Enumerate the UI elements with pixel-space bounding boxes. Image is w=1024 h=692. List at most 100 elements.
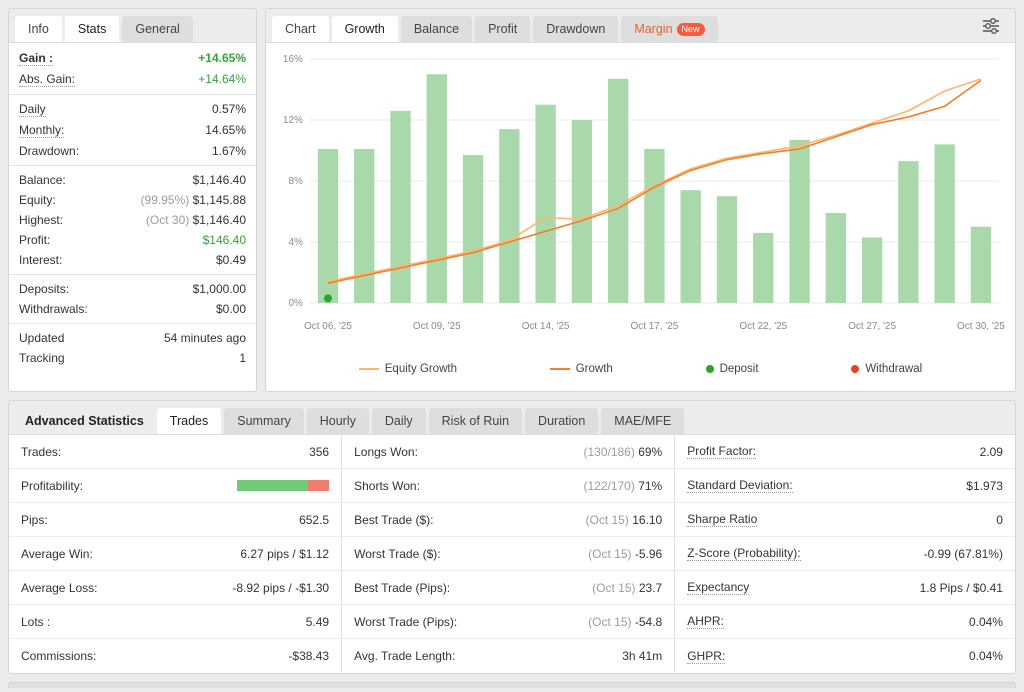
stat-value: $1,146.40 — [193, 173, 246, 187]
stat-value: 14.65% — [205, 123, 246, 137]
stats-col-1: Trades: 356 Profitability: Pips: 652.5 A… — [9, 435, 342, 673]
tab-chart[interactable]: Chart — [272, 16, 329, 42]
stat-label: Standard Deviation: — [687, 478, 792, 493]
stat-label: Best Trade ($): — [354, 513, 433, 527]
stat-label: AHPR: — [687, 614, 724, 629]
stat-row-drawdown: Drawdown: 1.67% — [19, 141, 246, 161]
stat-label: Sharpe Ratio — [687, 512, 757, 527]
next-section-edge — [8, 682, 1016, 688]
tab-balance[interactable]: Balance — [401, 16, 472, 42]
stat-value: (Oct 15) -54.8 — [588, 615, 662, 629]
stat-value-main: -54.8 — [635, 615, 662, 629]
stat-label: Worst Trade (Pips): — [354, 615, 457, 629]
stat-label: Longs Won: — [354, 445, 418, 459]
stat-label: Worst Trade ($): — [354, 547, 440, 561]
row-profitability: Profitability: — [9, 469, 341, 503]
tab-mae-mfe[interactable]: MAE/MFE — [601, 408, 684, 434]
row-standard-deviation: Standard Deviation: $1.973 — [675, 469, 1015, 503]
stat-value-prefix: (Oct 15) — [588, 547, 631, 561]
row-expectancy: Expectancy 1.8 Pips / $0.41 — [675, 571, 1015, 605]
divider — [9, 323, 256, 324]
svg-text:Oct 17, '25: Oct 17, '25 — [631, 321, 679, 332]
tab-growth[interactable]: Growth — [332, 16, 398, 42]
stat-value: $0.00 — [216, 302, 246, 316]
stat-label: Abs. Gain: — [19, 72, 75, 87]
chart-legend: Equity Growth Growth Deposit Withdrawal — [266, 351, 1015, 387]
stat-label: Highest: — [19, 213, 63, 227]
row-shorts-won: Shorts Won: (122/170) 71% — [342, 469, 674, 503]
stat-label: Gain : — [19, 51, 53, 66]
stat-value-main: -5.96 — [635, 547, 662, 561]
tab-stats[interactable]: Stats — [65, 16, 120, 42]
stat-row-deposits: Deposits: $1,000.00 — [19, 279, 246, 299]
stat-row-withdrawals: Withdrawals: $0.00 — [19, 299, 246, 319]
legend-label: Deposit — [720, 363, 759, 375]
tab-profit[interactable]: Profit — [475, 16, 530, 42]
profitability-win-segment — [237, 480, 308, 491]
legend-label: Withdrawal — [865, 363, 922, 375]
dashboard-page: Info Stats General Gain : +14.65% Abs. G… — [0, 0, 1024, 692]
stat-row-profit: Profit: $146.40 — [19, 230, 246, 250]
growth-line-swatch — [550, 368, 570, 370]
stat-row-daily: Daily 0.57% — [19, 99, 246, 120]
stat-value-main: 16.10 — [632, 513, 662, 527]
stat-value-prefix: (122/170) — [583, 479, 634, 493]
chart-tabbar: Chart Growth Balance Profit Drawdown Mar… — [266, 9, 1015, 43]
stat-label: Daily — [19, 102, 46, 117]
stat-value: (130/186) 69% — [583, 445, 662, 459]
tab-margin[interactable]: Margin New — [621, 16, 717, 42]
stat-label: Deposits: — [19, 282, 69, 296]
row-best-trade-usd: Best Trade ($): (Oct 15) 16.10 — [342, 503, 674, 537]
stat-value: $1,000.00 — [193, 282, 246, 296]
stat-label: Profit: — [19, 233, 50, 247]
stat-value-main: $1,145.88 — [193, 193, 246, 207]
stat-value: 5.49 — [306, 615, 329, 629]
growth-chart[interactable]: 0%4%8%12%16%Oct 06, '25Oct 09, '25Oct 14… — [266, 43, 1015, 351]
stat-value: (Oct 30) $1,146.40 — [146, 213, 246, 227]
chart-settings-icon[interactable] — [981, 16, 1001, 36]
stat-value: 6.27 pips / $1.12 — [240, 547, 329, 561]
stats-tabbar: Info Stats General — [9, 9, 256, 43]
stat-value: (Oct 15) 16.10 — [586, 513, 663, 527]
row-lots: Lots : 5.49 — [9, 605, 341, 639]
stat-value: +14.64% — [198, 72, 246, 86]
stat-row-highest: Highest: (Oct 30) $1,146.40 — [19, 210, 246, 230]
tab-trades[interactable]: Trades — [157, 408, 221, 434]
divider — [9, 274, 256, 275]
deposit-dot-swatch — [706, 365, 714, 373]
legend-deposit: Deposit — [706, 363, 759, 375]
stat-value: (Oct 15) -5.96 — [588, 547, 662, 561]
stat-value: (99.95%) $1,145.88 — [141, 193, 246, 207]
tab-daily[interactable]: Daily — [372, 408, 426, 434]
tab-duration[interactable]: Duration — [525, 408, 598, 434]
stat-value-main: 23.7 — [639, 581, 662, 595]
tab-risk-of-ruin[interactable]: Risk of Ruin — [429, 408, 522, 434]
stat-value: -$38.43 — [288, 649, 329, 663]
stat-value-main: 69% — [638, 445, 662, 459]
svg-text:4%: 4% — [288, 237, 303, 248]
row-worst-trade-pips: Worst Trade (Pips): (Oct 15) -54.8 — [342, 605, 674, 639]
stat-label: Best Trade (Pips): — [354, 581, 450, 595]
stats-col-3: Profit Factor: 2.09 Standard Deviation: … — [675, 435, 1015, 673]
stat-value: 0 — [996, 513, 1003, 527]
stat-value: 54 minutes ago — [164, 331, 246, 345]
equity-growth-line-swatch — [359, 368, 379, 370]
stat-value: 1.67% — [212, 144, 246, 158]
tab-info[interactable]: Info — [15, 16, 62, 42]
tab-general[interactable]: General — [122, 16, 192, 42]
stat-value: $146.40 — [203, 233, 246, 247]
stat-value: +14.65% — [198, 51, 246, 65]
row-ahpr: AHPR: 0.04% — [675, 605, 1015, 639]
stat-value: 0.04% — [969, 615, 1003, 629]
stat-value: 0.57% — [212, 102, 246, 116]
top-row: Info Stats General Gain : +14.65% Abs. G… — [8, 8, 1016, 392]
stat-label: Shorts Won: — [354, 479, 420, 493]
tab-hourly[interactable]: Hourly — [307, 408, 369, 434]
stat-value: 652.5 — [299, 513, 329, 527]
stat-label: GHPR: — [687, 649, 725, 664]
stat-label: Lots : — [21, 615, 50, 629]
svg-text:Oct 22, '25: Oct 22, '25 — [739, 321, 787, 332]
stat-row-balance: Balance: $1,146.40 — [19, 170, 246, 190]
tab-drawdown[interactable]: Drawdown — [533, 16, 618, 42]
tab-summary[interactable]: Summary — [224, 408, 303, 434]
